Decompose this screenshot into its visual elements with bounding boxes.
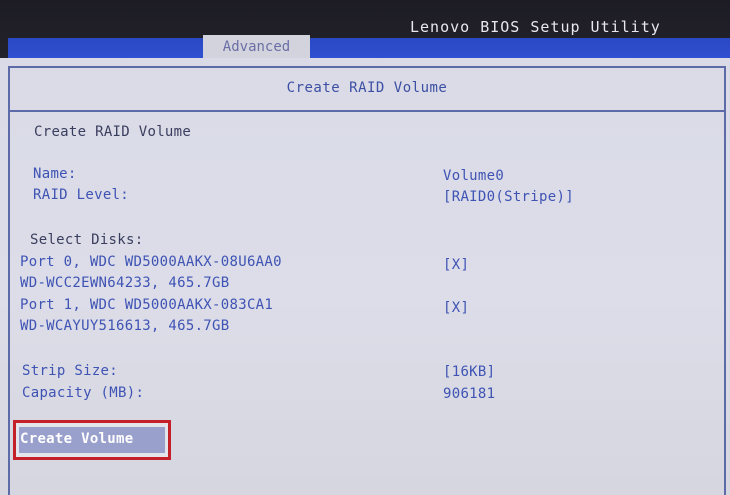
disk-0-line2: WD-WCC2EWN64233, 465.7GB — [20, 275, 230, 291]
bios-header: Lenovo BIOS Setup Utility Advanced — [0, 0, 730, 58]
create-volume-label: Create Volume — [20, 431, 134, 447]
app-title: Lenovo BIOS Setup Utility — [410, 18, 661, 36]
section-title: Create RAID Volume — [34, 124, 192, 140]
bios-screen: Lenovo BIOS Setup Utility Advanced Creat… — [0, 0, 730, 495]
panel-title: Create RAID Volume — [286, 80, 448, 96]
panel-title-bar: Create RAID Volume — [10, 68, 724, 112]
raid-level-select[interactable]: [RAID0(Stripe)] — [443, 189, 574, 205]
raid-level-label: RAID Level: — [33, 187, 130, 203]
name-field[interactable]: Volume0 — [443, 168, 504, 184]
strip-size-label: Strip Size: — [22, 363, 119, 379]
tab-advanced[interactable]: Advanced — [203, 35, 310, 58]
create-volume-button[interactable]: Create Volume — [13, 420, 171, 460]
capacity-label: Capacity (MB): — [22, 385, 145, 401]
disk-0-checkbox[interactable]: [X] — [443, 257, 469, 273]
tab-strip — [8, 38, 730, 58]
select-disks-label: Select Disks: — [30, 232, 144, 248]
disk-0-line1: Port 0, WDC WD5000AAKX-08U6AA0 — [20, 254, 282, 270]
name-label: Name: — [33, 166, 77, 182]
capacity-value: 906181 — [443, 386, 496, 402]
strip-size-select[interactable]: [16KB] — [443, 364, 495, 380]
disk-1-line1: Port 1, WDC WD5000AAKX-083CA1 — [20, 297, 274, 313]
disk-1-checkbox[interactable]: [X] — [443, 300, 469, 316]
disk-1-line2: WD-WCAYUY516613, 465.7GB — [20, 318, 230, 334]
